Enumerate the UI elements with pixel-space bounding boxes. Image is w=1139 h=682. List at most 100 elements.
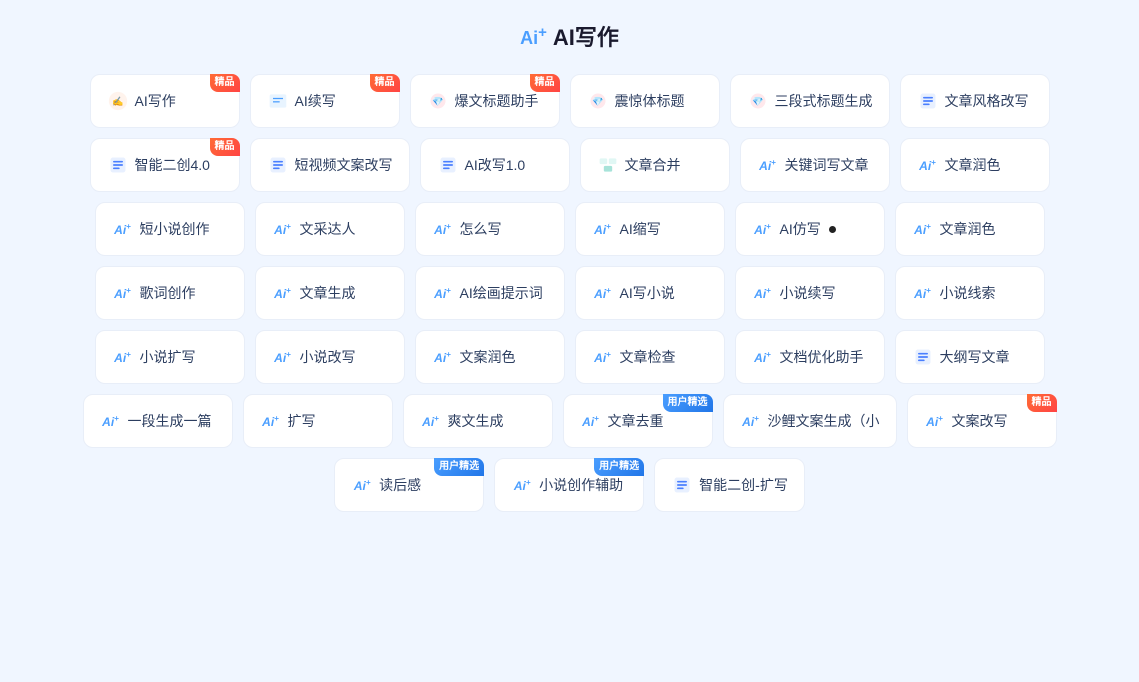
- card-ai-writing[interactable]: 精品 ✍ AI写作: [90, 74, 240, 128]
- card-explode-title[interactable]: 精品💎爆文标题助手: [410, 74, 560, 128]
- icon-novel-rewrite: Ai+: [272, 346, 294, 368]
- card-article-merge[interactable]: 文章合并: [580, 138, 730, 192]
- label-article-polish2: 文章润色: [940, 219, 996, 239]
- icon-novel-continue: Ai+: [752, 282, 774, 304]
- card-one-article[interactable]: Ai+一段生成一篇: [83, 394, 233, 448]
- card-ai-shorten[interactable]: Ai+AI缩写: [575, 202, 725, 256]
- card-shock-title[interactable]: 💎 震惊体标题: [570, 74, 720, 128]
- label-keyword-write: 关键词写文章: [785, 155, 869, 175]
- icon-keyword-write: Ai+: [757, 154, 779, 176]
- icon-sha-copy-gen: Ai+: [740, 410, 762, 432]
- card-lyric-create[interactable]: Ai+歌词创作: [95, 266, 245, 320]
- icon-article-polish1: Ai+: [917, 154, 939, 176]
- card-keyword-write[interactable]: Ai+ 关键词写文章: [740, 138, 890, 192]
- svg-text:💎: 💎: [592, 96, 603, 106]
- icon-short-novel: Ai+: [112, 218, 134, 240]
- grid-row-5: Ai+一段生成一篇Ai+扩写Ai+爽文生成 用户精选 Ai+ 文章去重 Ai+ 沙鲤文案生…: [30, 394, 1109, 448]
- svg-text:💎: 💎: [752, 96, 763, 106]
- card-ai-continue[interactable]: 精品AI续写: [250, 74, 400, 128]
- label-article-merge: 文章合并: [625, 155, 681, 175]
- icon-article-dedup: Ai+: [580, 410, 602, 432]
- icon-how-to-write: Ai+: [432, 218, 454, 240]
- card-ai-write-novel[interactable]: Ai+AI写小说: [575, 266, 725, 320]
- card-how-to-write[interactable]: Ai+怎么写: [415, 202, 565, 256]
- card-read-feeling[interactable]: 用户精选Ai+读后感: [334, 458, 484, 512]
- card-article-check[interactable]: Ai+文章检查: [575, 330, 725, 384]
- card-article-polish1[interactable]: Ai+ 文章润色: [900, 138, 1050, 192]
- card-smart-create4[interactable]: 精品智能二创4.0: [90, 138, 240, 192]
- icon-copy-polish: Ai+: [432, 346, 454, 368]
- dot-indicator: [829, 226, 836, 233]
- label-novel-rewrite: 小说改写: [300, 347, 356, 367]
- label-article-polish1: 文章润色: [945, 155, 1001, 175]
- icon-writing-talent: Ai+: [272, 218, 294, 240]
- svg-text:💎: 💎: [432, 96, 443, 106]
- label-short-novel: 短小说创作: [140, 219, 210, 239]
- icon-ai-write-novel: Ai+: [592, 282, 614, 304]
- card-novel-rewrite[interactable]: Ai+ 小说改写: [255, 330, 405, 384]
- card-style-rewrite[interactable]: 文章风格改写: [900, 74, 1050, 128]
- grid-row-1: 精品智能二创4.0短视频文案改写AI改写1.0 文章合并 Ai+ 关键词写文章 Ai+ 文…: [30, 138, 1109, 192]
- grid-row-3: Ai+歌词创作Ai+文章生成Ai+AI绘画提示词Ai+AI写小说Ai+小说续写A…: [30, 266, 1109, 320]
- icon-article-check: Ai+: [592, 346, 614, 368]
- card-short-video[interactable]: 短视频文案改写: [250, 138, 410, 192]
- card-article-dedup[interactable]: 用户精选 Ai+ 文章去重: [563, 394, 713, 448]
- label-ai-writing: AI写作: [135, 91, 176, 111]
- label-cool-gen: 爽文生成: [448, 411, 504, 431]
- badge-explode-title: 精品: [530, 74, 560, 92]
- icon-ai-rewrite1: [437, 154, 459, 176]
- icon-article-gen: Ai+: [272, 282, 294, 304]
- label-doc-optimize: 文档优化助手: [780, 347, 864, 367]
- label-novel-continue: 小说续写: [780, 283, 836, 303]
- label-lyric-create: 歌词创作: [140, 283, 196, 303]
- icon-short-video: [267, 154, 289, 176]
- label-shock-title: 震惊体标题: [615, 91, 685, 111]
- label-writing-talent: 文采达人: [300, 219, 356, 239]
- icon-smart-create-expand: [671, 474, 693, 496]
- grid-row-4: Ai+小说扩写Ai+小说改写Ai+文案润色Ai+文章检查Ai+文档优化助手大纲写…: [30, 330, 1109, 384]
- label-novel-expand: 小说扩写: [140, 347, 196, 367]
- tools-grid: 精品✍AI写作精品AI续写精品💎爆文标题助手💎震惊体标题💎三段式标题生成文章风格…: [30, 74, 1109, 512]
- card-article-polish2[interactable]: Ai+文章润色: [895, 202, 1045, 256]
- badge-article-dedup: 用户精选: [663, 394, 713, 412]
- icon-novel-assist: Ai+: [511, 474, 533, 496]
- label-outline-write: 大纲写文章: [940, 347, 1010, 367]
- label-sha-copy-gen: 沙鲤文案生成（小: [768, 411, 880, 431]
- card-copy-rewrite[interactable]: 精品Ai+文案改写: [907, 394, 1057, 448]
- card-sha-copy-gen[interactable]: Ai+ 沙鲤文案生成（小: [723, 394, 897, 448]
- card-novel-continue[interactable]: Ai+ 小说续写: [735, 266, 885, 320]
- label-article-dedup: 文章去重: [608, 411, 664, 431]
- ai-logo: Ai+: [520, 24, 547, 49]
- card-writing-talent[interactable]: Ai+ 文采达人: [255, 202, 405, 256]
- label-three-title: 三段式标题生成: [775, 91, 873, 111]
- card-novel-expand[interactable]: Ai+小说扩写: [95, 330, 245, 384]
- card-short-novel[interactable]: Ai+ 短小说创作: [95, 202, 245, 256]
- icon-explode-title: 💎: [427, 90, 449, 112]
- card-ai-imitate[interactable]: Ai+AI仿写: [735, 202, 885, 256]
- card-novel-assist[interactable]: 用户精选Ai+小说创作辅助: [494, 458, 644, 512]
- card-expand-write[interactable]: Ai+扩写: [243, 394, 393, 448]
- badge-ai-writing: 精品: [210, 74, 240, 92]
- label-novel-clue: 小说线索: [940, 283, 996, 303]
- card-copy-polish[interactable]: Ai+文案润色: [415, 330, 565, 384]
- card-novel-clue[interactable]: Ai+ 小说线索: [895, 266, 1045, 320]
- card-three-title[interactable]: 💎 三段式标题生成: [730, 74, 890, 128]
- card-article-gen[interactable]: Ai+文章生成: [255, 266, 405, 320]
- icon-ai-writing: ✍: [107, 90, 129, 112]
- icon-novel-clue: Ai+: [912, 282, 934, 304]
- label-novel-assist: 小说创作辅助: [539, 475, 623, 495]
- grid-row-2: Ai+短小说创作Ai+文采达人Ai+怎么写Ai+AI缩写Ai+AI仿写Ai+文章…: [30, 202, 1109, 256]
- icon-style-rewrite: [917, 90, 939, 112]
- card-doc-optimize[interactable]: Ai+文档优化助手: [735, 330, 885, 384]
- card-ai-rewrite1[interactable]: AI改写1.0: [420, 138, 570, 192]
- card-ai-paint-prompt[interactable]: Ai+AI绘画提示词: [415, 266, 565, 320]
- icon-ai-imitate: Ai+: [752, 218, 774, 240]
- icon-shock-title: 💎: [587, 90, 609, 112]
- icon-read-feeling: Ai+: [351, 474, 373, 496]
- card-cool-gen[interactable]: Ai+爽文生成: [403, 394, 553, 448]
- icon-smart-create4: [107, 154, 129, 176]
- card-outline-write[interactable]: 大纲写文章: [895, 330, 1045, 384]
- card-smart-create-expand[interactable]: 智能二创-扩写: [654, 458, 805, 512]
- label-ai-shorten: AI缩写: [620, 219, 661, 239]
- icon-outline-write: [912, 346, 934, 368]
